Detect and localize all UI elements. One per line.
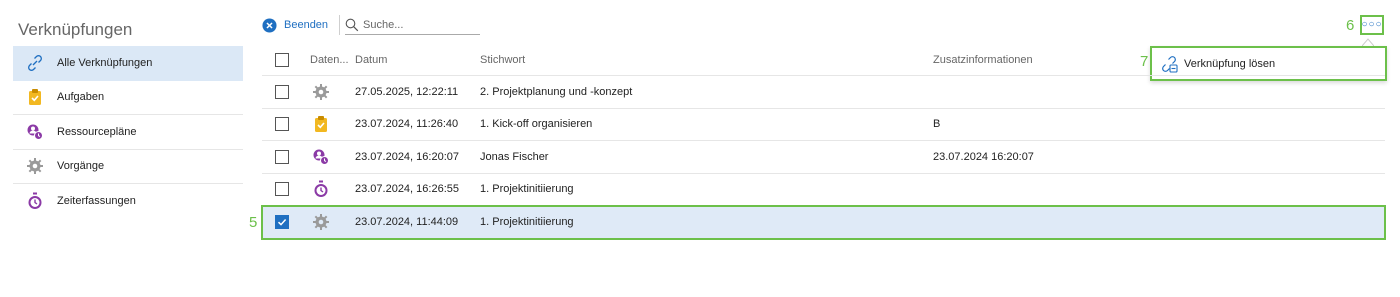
links-table: Daten... Datum Stichwort Zusatzinformati… <box>261 44 1386 240</box>
stopwatch-icon <box>312 180 330 198</box>
search-input[interactable] <box>363 18 474 31</box>
header-keyword[interactable]: Stichwort <box>480 44 920 75</box>
sidebar-item-label: Alle Verknüpfungen <box>57 56 153 69</box>
row-additional-info <box>933 206 1233 238</box>
end-button[interactable]: Beenden <box>262 17 329 33</box>
row-type-cell <box>310 141 350 173</box>
row-additional-info: B <box>933 118 941 131</box>
close-circle-icon <box>262 17 277 33</box>
row-type-cell <box>310 174 350 206</box>
row-checkbox-cell <box>275 206 291 238</box>
row-checkbox-cell <box>275 141 291 173</box>
table-row-selected[interactable]: 23.07.2024, 11:44:09 1. Projektinitiieru… <box>261 205 1386 240</box>
row-checkbox[interactable] <box>275 84 289 99</box>
checkmark-icon <box>277 218 287 226</box>
sidebar-item-label: Ressourcepläne <box>57 125 137 138</box>
sidebar-item-tasks[interactable]: Aufgaben <box>13 81 243 115</box>
annotation-marker-5: 5 <box>249 214 258 231</box>
row-date: 23.07.2024, 11:26:40 <box>355 118 459 131</box>
toolbar: Beenden <box>262 14 481 36</box>
search-box[interactable] <box>345 15 481 35</box>
stopwatch-icon <box>25 191 45 211</box>
sidebar-item-resource-plans[interactable]: Ressourcepläne <box>13 115 243 150</box>
row-date: 27.05.2025, 12:22:11 <box>355 85 459 98</box>
gear-icon <box>312 213 330 231</box>
row-checkbox[interactable] <box>275 214 289 229</box>
clipboard-check-icon <box>312 115 330 133</box>
sidebar-title: Verknüpfungen <box>18 20 133 39</box>
header-checkbox-cell <box>275 44 291 75</box>
sidebar-list: Alle Verknüpfungen Aufgaben Ressourceplä… <box>13 46 243 219</box>
sidebar-item-time-tracking[interactable]: Zeiterfassungen <box>13 184 243 219</box>
toolbar-divider <box>339 15 341 35</box>
resource-plan-icon <box>312 148 330 166</box>
row-keyword: Jonas Fischer <box>480 150 549 163</box>
row-additional-info: 23.07.2024 16:20:07 <box>933 150 1034 163</box>
row-checkbox-cell <box>275 109 291 141</box>
row-checkbox[interactable] <box>275 117 289 132</box>
annotation-marker-6: 6 <box>1346 17 1355 34</box>
row-type-cell <box>310 206 350 238</box>
sidebar-item-label: Zeiterfassungen <box>57 195 136 208</box>
row-date: 23.07.2024, 11:44:09 <box>355 215 459 228</box>
sidebar-item-processes[interactable]: Vorgänge <box>13 150 243 184</box>
row-checkbox[interactable] <box>275 182 289 197</box>
row-keyword: 1. Projektinitiierung <box>480 183 574 196</box>
sidebar-item-all-links[interactable]: Alle Verknüpfungen <box>13 46 243 81</box>
end-button-label: Beenden <box>284 19 329 31</box>
table-row[interactable]: 23.07.2024, 16:20:07 Jonas Fischer 23.07… <box>262 141 1385 174</box>
sidebar-item-label: Aufgaben <box>57 91 105 104</box>
sidebar: Verknüpfungen Alle Verknüpfungen Aufgabe… <box>0 0 252 297</box>
more-options-button[interactable]: ○○○ <box>1360 15 1384 35</box>
row-additional-info <box>933 174 1233 206</box>
row-keyword: 1. Kick-off organisieren <box>480 118 593 131</box>
gear-icon <box>25 156 45 176</box>
gear-icon <box>312 83 330 101</box>
header-date[interactable]: Datum <box>355 44 475 75</box>
resource-plan-icon <box>25 122 45 142</box>
table-row[interactable]: 27.05.2025, 12:22:11 2. Projektplanung u… <box>262 76 1385 109</box>
table-header: Daten... Datum Stichwort Zusatzinformati… <box>262 44 1385 76</box>
row-checkbox[interactable] <box>275 149 289 164</box>
table-row[interactable]: 23.07.2024, 11:26:40 1. Kick-off organis… <box>262 109 1385 141</box>
row-type-cell <box>310 109 350 141</box>
search-icon <box>345 18 359 31</box>
header-additional-info[interactable]: Zusatzinformationen <box>933 44 1233 75</box>
row-checkbox-cell <box>275 76 291 108</box>
sidebar-item-label: Vorgänge <box>57 160 105 173</box>
row-additional-info <box>933 76 1233 108</box>
row-date: 23.07.2024, 16:26:55 <box>355 183 459 196</box>
header-type[interactable]: Daten... <box>310 44 350 75</box>
table-row[interactable]: 23.07.2024, 16:26:55 1. Projektinitiieru… <box>262 174 1385 206</box>
row-checkbox-cell <box>275 174 291 206</box>
clipboard-check-icon <box>25 87 45 107</box>
link-icon <box>25 53 45 73</box>
row-keyword: 1. Projektinitiierung <box>480 215 574 228</box>
select-all-checkbox[interactable] <box>275 52 289 67</box>
row-date: 23.07.2024, 16:20:07 <box>355 150 459 163</box>
more-dots-icon: ○○○ <box>1361 19 1383 30</box>
row-keyword: 2. Projektplanung und -konzept <box>480 85 633 98</box>
row-type-cell <box>310 76 350 108</box>
